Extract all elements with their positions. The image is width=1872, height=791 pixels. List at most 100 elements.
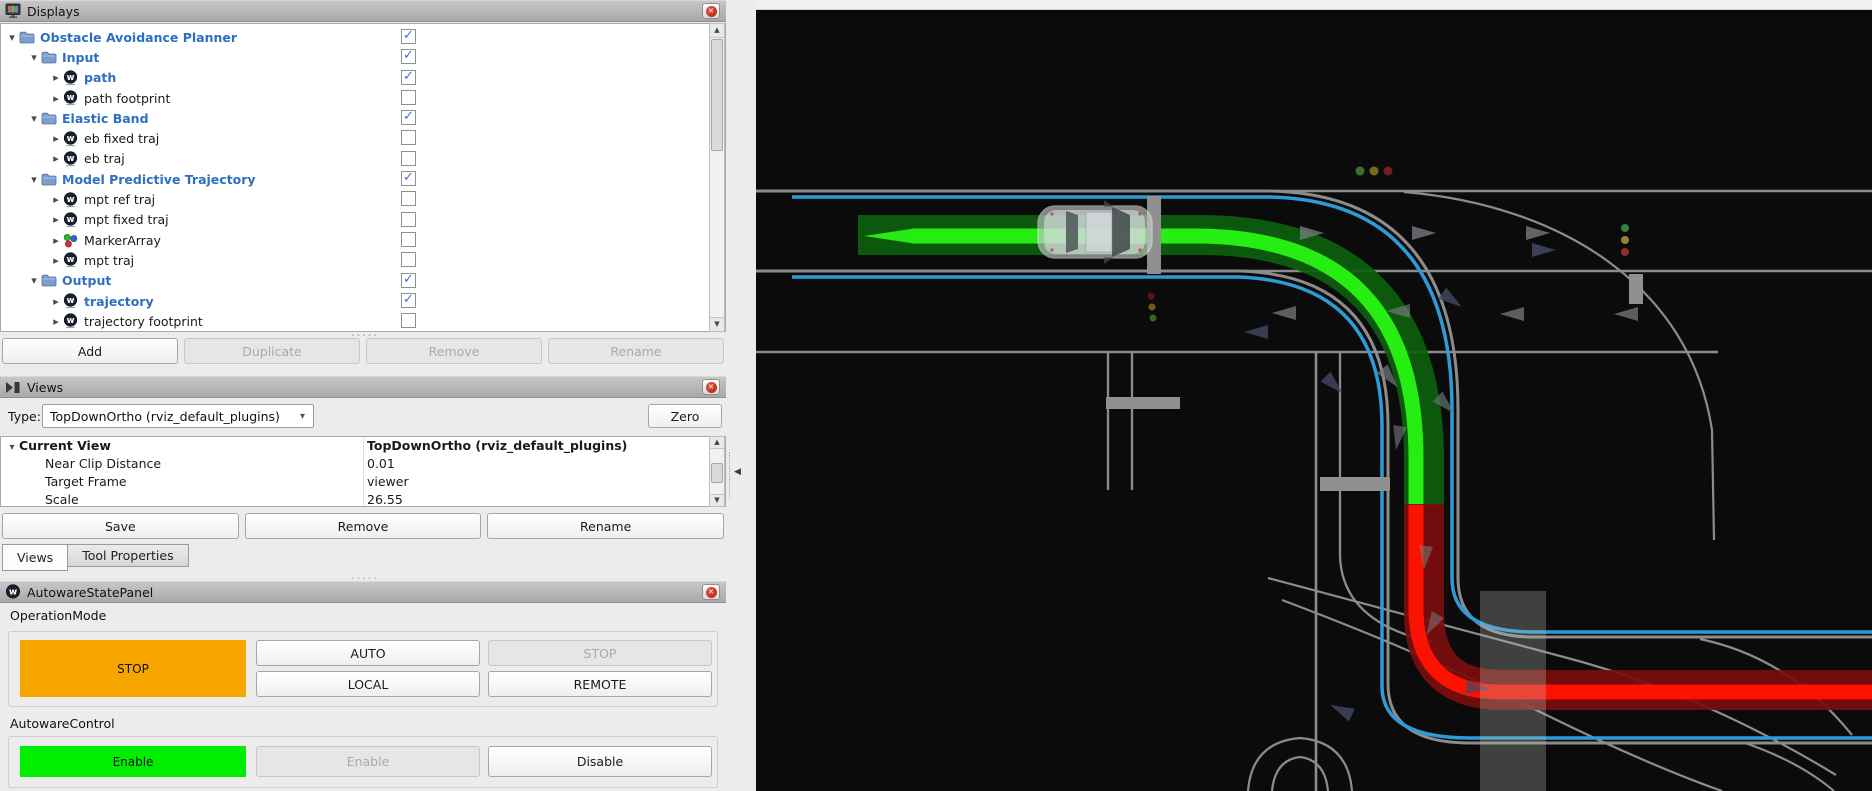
- tab-views[interactable]: Views: [2, 544, 68, 571]
- property-value[interactable]: 0.01: [367, 455, 395, 473]
- displays-remove-button: Remove: [366, 338, 542, 364]
- property-value[interactable]: 26.55: [367, 491, 403, 507]
- views-panel-header[interactable]: Views ✕: [0, 376, 726, 398]
- scroll-thumb[interactable]: [711, 463, 723, 483]
- display-tree-row[interactable]: ▸web fixed traj: [1, 128, 725, 148]
- operation-mode-local-button[interactable]: LOCAL: [256, 671, 480, 697]
- autoware-control-disable-button[interactable]: Disable: [488, 746, 712, 777]
- display-tree-row[interactable]: ▸ w path footprint: [1, 88, 725, 108]
- scroll-up-icon[interactable]: ▲: [710, 24, 724, 38]
- display-label[interactable]: path: [84, 70, 116, 85]
- visibility-checkbox[interactable]: [401, 252, 416, 267]
- operation-mode-label: OperationMode: [10, 608, 106, 623]
- scroll-up-icon[interactable]: ▲: [710, 437, 724, 449]
- state-panel-header[interactable]: w AutowareStatePanel ✕: [0, 581, 726, 603]
- visibility-checkbox[interactable]: ✓: [401, 110, 416, 125]
- views-scrollbar[interactable]: ▲ ▼: [709, 436, 725, 507]
- displays-close-button[interactable]: ✕: [702, 3, 720, 19]
- display-tree-row[interactable]: ▸ MarkerArray: [1, 230, 725, 250]
- views-save-button[interactable]: Save: [2, 513, 239, 539]
- expanded-icon[interactable]: ▾: [27, 274, 41, 287]
- state-close-button[interactable]: ✕: [702, 584, 720, 600]
- display-label[interactable]: Model Predictive Trajectory: [62, 172, 256, 187]
- display-tree-row[interactable]: ▾ Output ✓: [1, 271, 725, 291]
- display-label[interactable]: eb traj: [84, 151, 125, 166]
- visibility-checkbox[interactable]: ✓: [401, 273, 416, 288]
- collapsed-icon[interactable]: ▸: [49, 132, 63, 145]
- views-close-button[interactable]: ✕: [702, 379, 720, 395]
- display-label[interactable]: Elastic Band: [62, 111, 149, 126]
- svg-text:w: w: [67, 93, 75, 103]
- property-value[interactable]: viewer: [367, 473, 409, 491]
- display-tree-row[interactable]: ▾ Elastic Band ✓: [1, 108, 725, 128]
- visibility-checkbox[interactable]: [401, 212, 416, 227]
- display-tree-row[interactable]: ▸wmpt fixed traj: [1, 210, 725, 230]
- display-label[interactable]: trajectory footprint: [84, 314, 203, 329]
- viewport-top-strip: [756, 0, 1872, 9]
- panel-splitter[interactable]: [729, 452, 730, 498]
- collapsed-icon[interactable]: ▸: [49, 71, 63, 84]
- display-tree-row[interactable]: ▸wmpt ref traj: [1, 189, 725, 209]
- display-tree-row[interactable]: ▸wpath✓: [1, 68, 725, 88]
- visibility-checkbox[interactable]: ✓: [401, 171, 416, 186]
- expanded-icon[interactable]: ▾: [27, 51, 41, 64]
- tab-tool-properties[interactable]: Tool Properties: [68, 544, 188, 567]
- display-label[interactable]: path footprint: [84, 91, 170, 106]
- visibility-checkbox[interactable]: ✓: [401, 29, 416, 44]
- visibility-checkbox[interactable]: ✓: [401, 49, 416, 64]
- visibility-checkbox[interactable]: ✓: [401, 293, 416, 308]
- display-tree-row[interactable]: ▾ Obstacle Avoidance Planner ✓: [1, 27, 725, 47]
- expanded-icon[interactable]: ▾: [27, 112, 41, 125]
- views-remove-button[interactable]: Remove: [245, 513, 482, 539]
- display-label[interactable]: mpt traj: [84, 253, 134, 268]
- visibility-checkbox[interactable]: [401, 191, 416, 206]
- rviz-3d-viewport[interactable]: [756, 0, 1872, 791]
- display-label[interactable]: MarkerArray: [84, 233, 161, 248]
- visibility-checkbox[interactable]: [401, 90, 416, 105]
- display-label[interactable]: eb fixed traj: [84, 131, 159, 146]
- zero-button[interactable]: Zero: [648, 404, 722, 428]
- autoware-control-status: Enable: [20, 746, 246, 777]
- expanded-icon[interactable]: ▾: [27, 173, 41, 186]
- views-rename-button[interactable]: Rename: [487, 513, 724, 539]
- collapsed-icon[interactable]: ▸: [49, 92, 63, 105]
- visibility-checkbox[interactable]: [401, 313, 416, 328]
- scroll-thumb[interactable]: [711, 39, 723, 151]
- scroll-down-icon[interactable]: ▼: [710, 494, 724, 506]
- display-tree-row[interactable]: ▾ Model Predictive Trajectory ✓: [1, 169, 725, 189]
- display-tree-row[interactable]: ▸wmpt traj: [1, 250, 725, 270]
- collapsed-icon[interactable]: ▸: [49, 315, 63, 328]
- collapsed-icon[interactable]: ▸: [49, 254, 63, 267]
- collapsed-icon[interactable]: ▸: [49, 152, 63, 165]
- display-tree-row[interactable]: ▾ Input ✓: [1, 47, 725, 67]
- display-label[interactable]: mpt ref traj: [84, 192, 155, 207]
- collapsed-icon[interactable]: ▸: [49, 295, 63, 308]
- operation-mode-auto-button[interactable]: AUTO: [256, 640, 480, 666]
- collapsed-icon[interactable]: ▸: [49, 213, 63, 226]
- scroll-down-icon[interactable]: ▼: [710, 317, 724, 331]
- display-label[interactable]: mpt fixed traj: [84, 212, 169, 227]
- display-label[interactable]: Input: [62, 50, 99, 65]
- collapse-left-icon[interactable]: ◀: [734, 467, 741, 477]
- collapsed-icon[interactable]: ▸: [49, 234, 63, 247]
- collapsed-icon[interactable]: ▸: [49, 193, 63, 206]
- displays-panel-title: Displays: [27, 4, 80, 19]
- display-tree-row[interactable]: ▸web traj: [1, 149, 725, 169]
- property-value[interactable]: TopDownOrtho (rviz_default_plugins): [367, 437, 627, 455]
- displays-tree[interactable]: ▾ Obstacle Avoidance Planner ✓ ▾ Input ✓ ▸ wpat…: [0, 23, 726, 332]
- display-tree-row[interactable]: ▸wtrajectory✓: [1, 291, 725, 311]
- displays-panel-header[interactable]: Displays ✕: [0, 0, 726, 22]
- displays-add-button[interactable]: Add: [2, 338, 178, 364]
- expanded-icon[interactable]: ▾: [5, 31, 19, 44]
- display-label[interactable]: Obstacle Avoidance Planner: [40, 30, 237, 45]
- close-icon: ✕: [706, 6, 717, 17]
- visibility-checkbox[interactable]: [401, 130, 416, 145]
- visibility-checkbox[interactable]: ✓: [401, 70, 416, 85]
- display-label[interactable]: trajectory: [84, 294, 154, 309]
- display-label[interactable]: Output: [62, 273, 111, 288]
- view-type-dropdown[interactable]: TopDownOrtho (rviz_default_plugins) ▾: [42, 404, 314, 428]
- operation-mode-remote-button[interactable]: REMOTE: [488, 671, 712, 697]
- displays-scrollbar[interactable]: ▲ ▼: [709, 23, 725, 332]
- visibility-checkbox[interactable]: [401, 232, 416, 247]
- visibility-checkbox[interactable]: [401, 151, 416, 166]
